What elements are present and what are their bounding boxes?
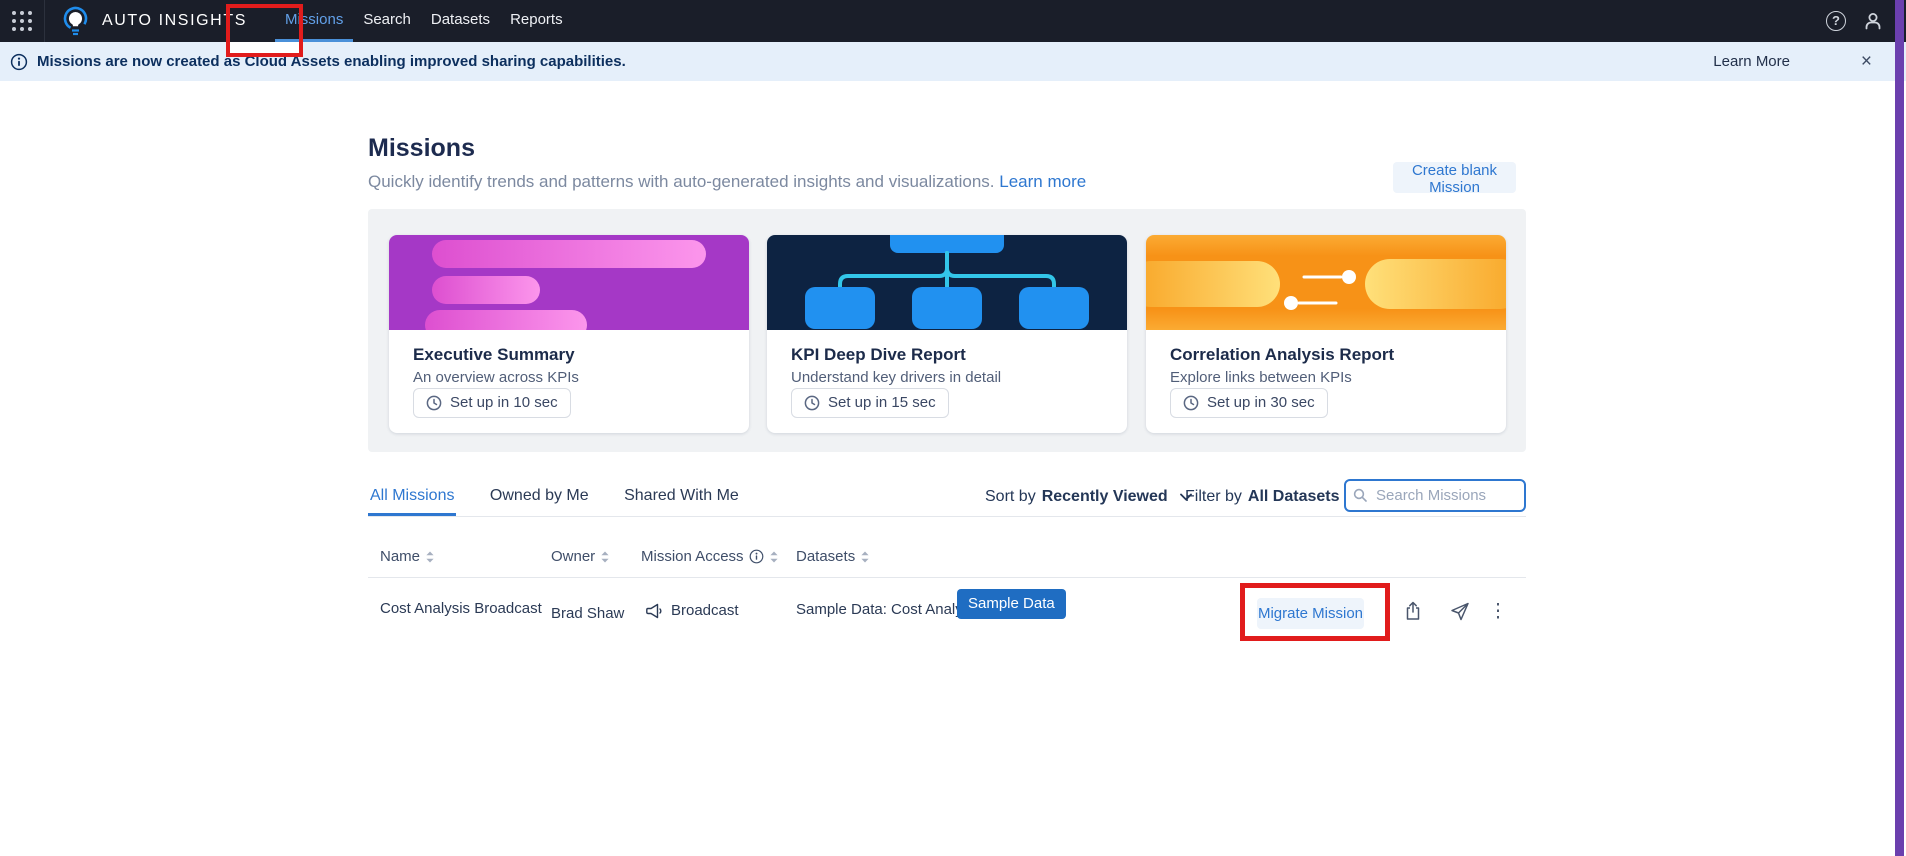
help-icon[interactable]: ? [1826, 11, 1846, 31]
tab-shared-with-me[interactable]: Shared With Me [622, 481, 741, 516]
filter-by-value: All Datasets [1248, 488, 1340, 506]
column-header-mission-access[interactable]: Mission Access [641, 548, 779, 565]
create-blank-mission-button[interactable]: Create blank Mission [1393, 162, 1516, 193]
sort-icon [860, 551, 870, 563]
setup-time-label: Set up in 15 sec [828, 394, 936, 411]
mission-datasets: Sample Data: Cost Analysis [796, 601, 981, 618]
setup-time-label: Set up in 10 sec [450, 394, 558, 411]
lightbulb-icon [62, 6, 89, 37]
column-label: Owner [551, 548, 595, 565]
executive-summary-thumbnail [389, 235, 749, 330]
send-button[interactable] [1448, 599, 1472, 623]
nav-item-reports[interactable]: Reports [500, 0, 573, 42]
nav-item-datasets[interactable]: Datasets [421, 0, 500, 42]
banner-learn-more-link[interactable]: Learn More [1713, 53, 1790, 70]
correlation-analysis-thumbnail [1146, 235, 1506, 330]
page-subtitle: Quickly identify trends and patterns wit… [368, 172, 1086, 192]
page-subtitle-text: Quickly identify trends and patterns wit… [368, 172, 995, 191]
auto-insights-app: AUTO INSIGHTS Missions Search Datasets R… [0, 0, 1906, 856]
card-description: An overview across KPIs [413, 369, 749, 386]
nav-right-actions: ? [1826, 0, 1884, 42]
template-card-correlation-analysis[interactable]: Correlation Analysis Report Explore link… [1146, 235, 1506, 433]
sort-icon [425, 551, 435, 563]
tab-owned-by-me[interactable]: Owned by Me [488, 481, 591, 516]
paper-plane-icon [1450, 601, 1470, 621]
kpi-deep-dive-thumbnail [767, 235, 1127, 330]
missions-table-header: Name Owner Mission Access Datasets [368, 543, 1526, 577]
filter-by-label: Filter by [1185, 488, 1242, 506]
mission-access: Broadcast [645, 602, 739, 619]
setup-time-label: Set up in 30 sec [1207, 394, 1315, 411]
page-title: Missions [368, 134, 475, 163]
close-icon[interactable]: × [1861, 52, 1872, 71]
clock-icon [1183, 395, 1199, 411]
app-launcher-button[interactable] [0, 0, 44, 42]
setup-time-badge: Set up in 15 sec [791, 388, 949, 418]
sort-icon [600, 551, 610, 563]
search-missions-box [1344, 479, 1526, 512]
template-cards-panel: Executive Summary An overview across KPI… [368, 209, 1526, 452]
sort-by-dropdown[interactable]: Sort by Recently Viewed [985, 488, 1192, 506]
mission-owner: Brad Shaw [551, 605, 624, 622]
clock-icon [426, 395, 442, 411]
banner-message: Missions are now created as Cloud Assets… [37, 53, 626, 70]
nav-divider [44, 0, 45, 42]
auto-insights-logo[interactable] [62, 6, 89, 37]
top-navigation: AUTO INSIGHTS Missions Search Datasets R… [0, 0, 1906, 42]
info-icon[interactable] [749, 549, 764, 564]
edge-strip [1895, 0, 1904, 856]
nav-menu: Missions Search Datasets Reports [275, 0, 573, 42]
setup-time-badge: Set up in 10 sec [413, 388, 571, 418]
grid-icon [12, 11, 32, 31]
template-card-executive-summary[interactable]: Executive Summary An overview across KPI… [389, 235, 749, 433]
cloud-assets-banner: Missions are now created as Cloud Assets… [0, 42, 1906, 81]
brand-title: AUTO INSIGHTS [102, 12, 247, 30]
table-row: Cost Analysis Broadcast Brad Shaw Broadc… [368, 578, 1526, 642]
nav-item-search[interactable]: Search [353, 0, 421, 42]
more-actions-button[interactable]: ⋮ [1486, 599, 1510, 623]
column-label: Name [380, 548, 420, 565]
sort-by-value: Recently Viewed [1042, 488, 1168, 506]
setup-time-badge: Set up in 30 sec [1170, 388, 1328, 418]
info-icon [10, 53, 28, 71]
column-label: Mission Access [641, 548, 744, 565]
export-icon [1404, 601, 1422, 621]
sort-icon [769, 551, 779, 563]
migrate-mission-button[interactable]: Migrate Mission [1257, 598, 1364, 629]
card-title: Executive Summary [413, 345, 749, 365]
column-header-owner[interactable]: Owner [551, 548, 610, 565]
column-header-name[interactable]: Name [380, 548, 435, 565]
nav-item-missions[interactable]: Missions [275, 0, 353, 42]
export-button[interactable] [1401, 599, 1425, 623]
filter-by-dropdown[interactable]: Filter by All Datasets [1185, 488, 1364, 506]
tab-all-missions[interactable]: All Missions [368, 481, 456, 516]
mission-name[interactable]: Cost Analysis Broadcast [380, 600, 542, 617]
mission-access-label: Broadcast [671, 602, 739, 619]
clock-icon [804, 395, 820, 411]
card-description: Understand key drivers in detail [791, 369, 1127, 386]
sort-by-label: Sort by [985, 488, 1036, 506]
user-icon[interactable] [1862, 10, 1884, 32]
column-label: Datasets [796, 548, 855, 565]
column-header-datasets[interactable]: Datasets [796, 548, 870, 565]
template-card-kpi-deep-dive[interactable]: KPI Deep Dive Report Understand key driv… [767, 235, 1127, 433]
card-description: Explore links between KPIs [1170, 369, 1506, 386]
learn-more-link[interactable]: Learn more [999, 172, 1086, 191]
megaphone-icon [645, 603, 663, 619]
card-title: KPI Deep Dive Report [791, 345, 1127, 365]
search-input[interactable] [1344, 479, 1526, 512]
sample-data-badge[interactable]: Sample Data [957, 589, 1066, 619]
card-title: Correlation Analysis Report [1170, 345, 1506, 365]
